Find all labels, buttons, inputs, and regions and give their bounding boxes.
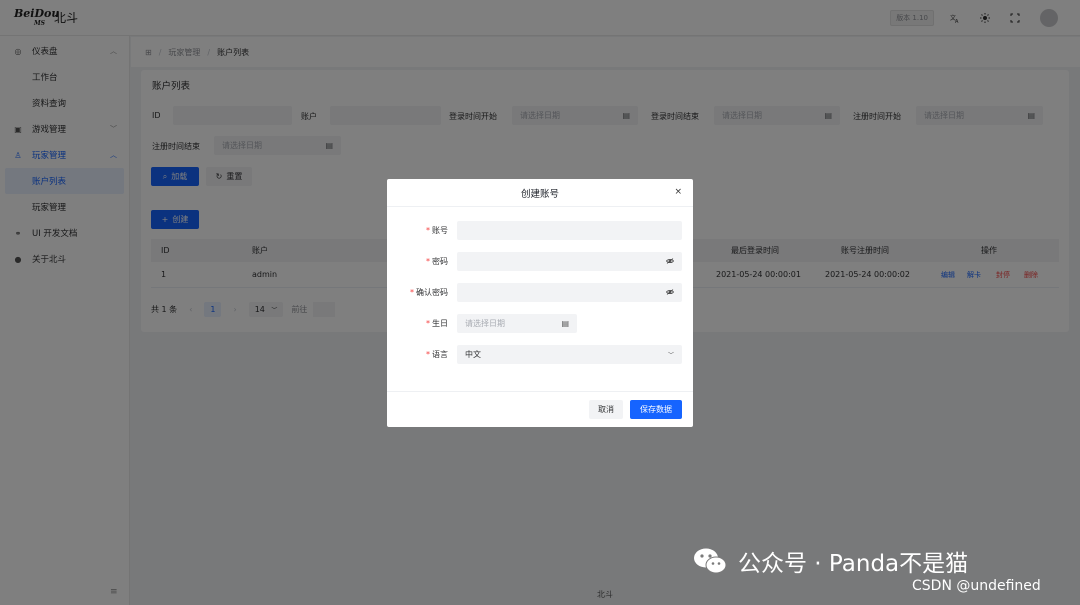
birthday-placeholder: 请选择日期	[465, 319, 505, 328]
eye-off-icon[interactable]	[666, 288, 674, 297]
language-row: * 语言 中文 ﹀	[387, 345, 693, 364]
account-field[interactable]	[457, 221, 682, 240]
cancel-button[interactable]: 取消	[589, 400, 623, 419]
birthday-field-label: * 生日	[426, 319, 448, 328]
dialog-header: 创建账号 ×	[387, 179, 693, 207]
dialog-footer: 取消 保存数据	[387, 391, 693, 427]
confirm-password-row: * 确认密码	[387, 283, 693, 302]
language-select[interactable]: 中文 ﹀	[457, 345, 682, 364]
language-field-label: * 语言	[426, 350, 448, 359]
watermark-csdn: CSDN @undefined	[912, 578, 1041, 594]
confirm-password-label: * 确认密码	[410, 288, 448, 297]
watermark-text: 公众号 · Panda不是猫	[738, 551, 969, 577]
dialog-title: 创建账号	[520, 188, 559, 200]
account-row: * 账号	[387, 221, 693, 240]
birthday-row: * 生日 请选择日期 ▤	[387, 314, 693, 333]
account-field-label: * 账号	[426, 226, 448, 235]
watermark-wechat: 公众号 · Panda不是猫	[692, 544, 968, 578]
save-button[interactable]: 保存数据	[630, 400, 682, 419]
wechat-icon	[694, 548, 727, 574]
eye-off-icon[interactable]	[666, 257, 674, 266]
password-row: * 密码	[387, 252, 693, 271]
password-field-label: * 密码	[426, 257, 448, 266]
language-value: 中文	[465, 350, 481, 359]
close-icon[interactable]: ×	[674, 187, 682, 197]
password-field[interactable]	[457, 252, 682, 271]
calendar-icon: ▤	[561, 319, 569, 328]
chevron-down-icon: ﹀	[667, 352, 674, 359]
create-account-dialog: 创建账号 × * 账号 * 密码 * 确认密码 * 生日 请选择日期 ▤ * 语言	[387, 179, 693, 427]
birthday-date-picker[interactable]: 请选择日期 ▤	[457, 314, 577, 333]
confirm-password-field[interactable]	[457, 283, 682, 302]
